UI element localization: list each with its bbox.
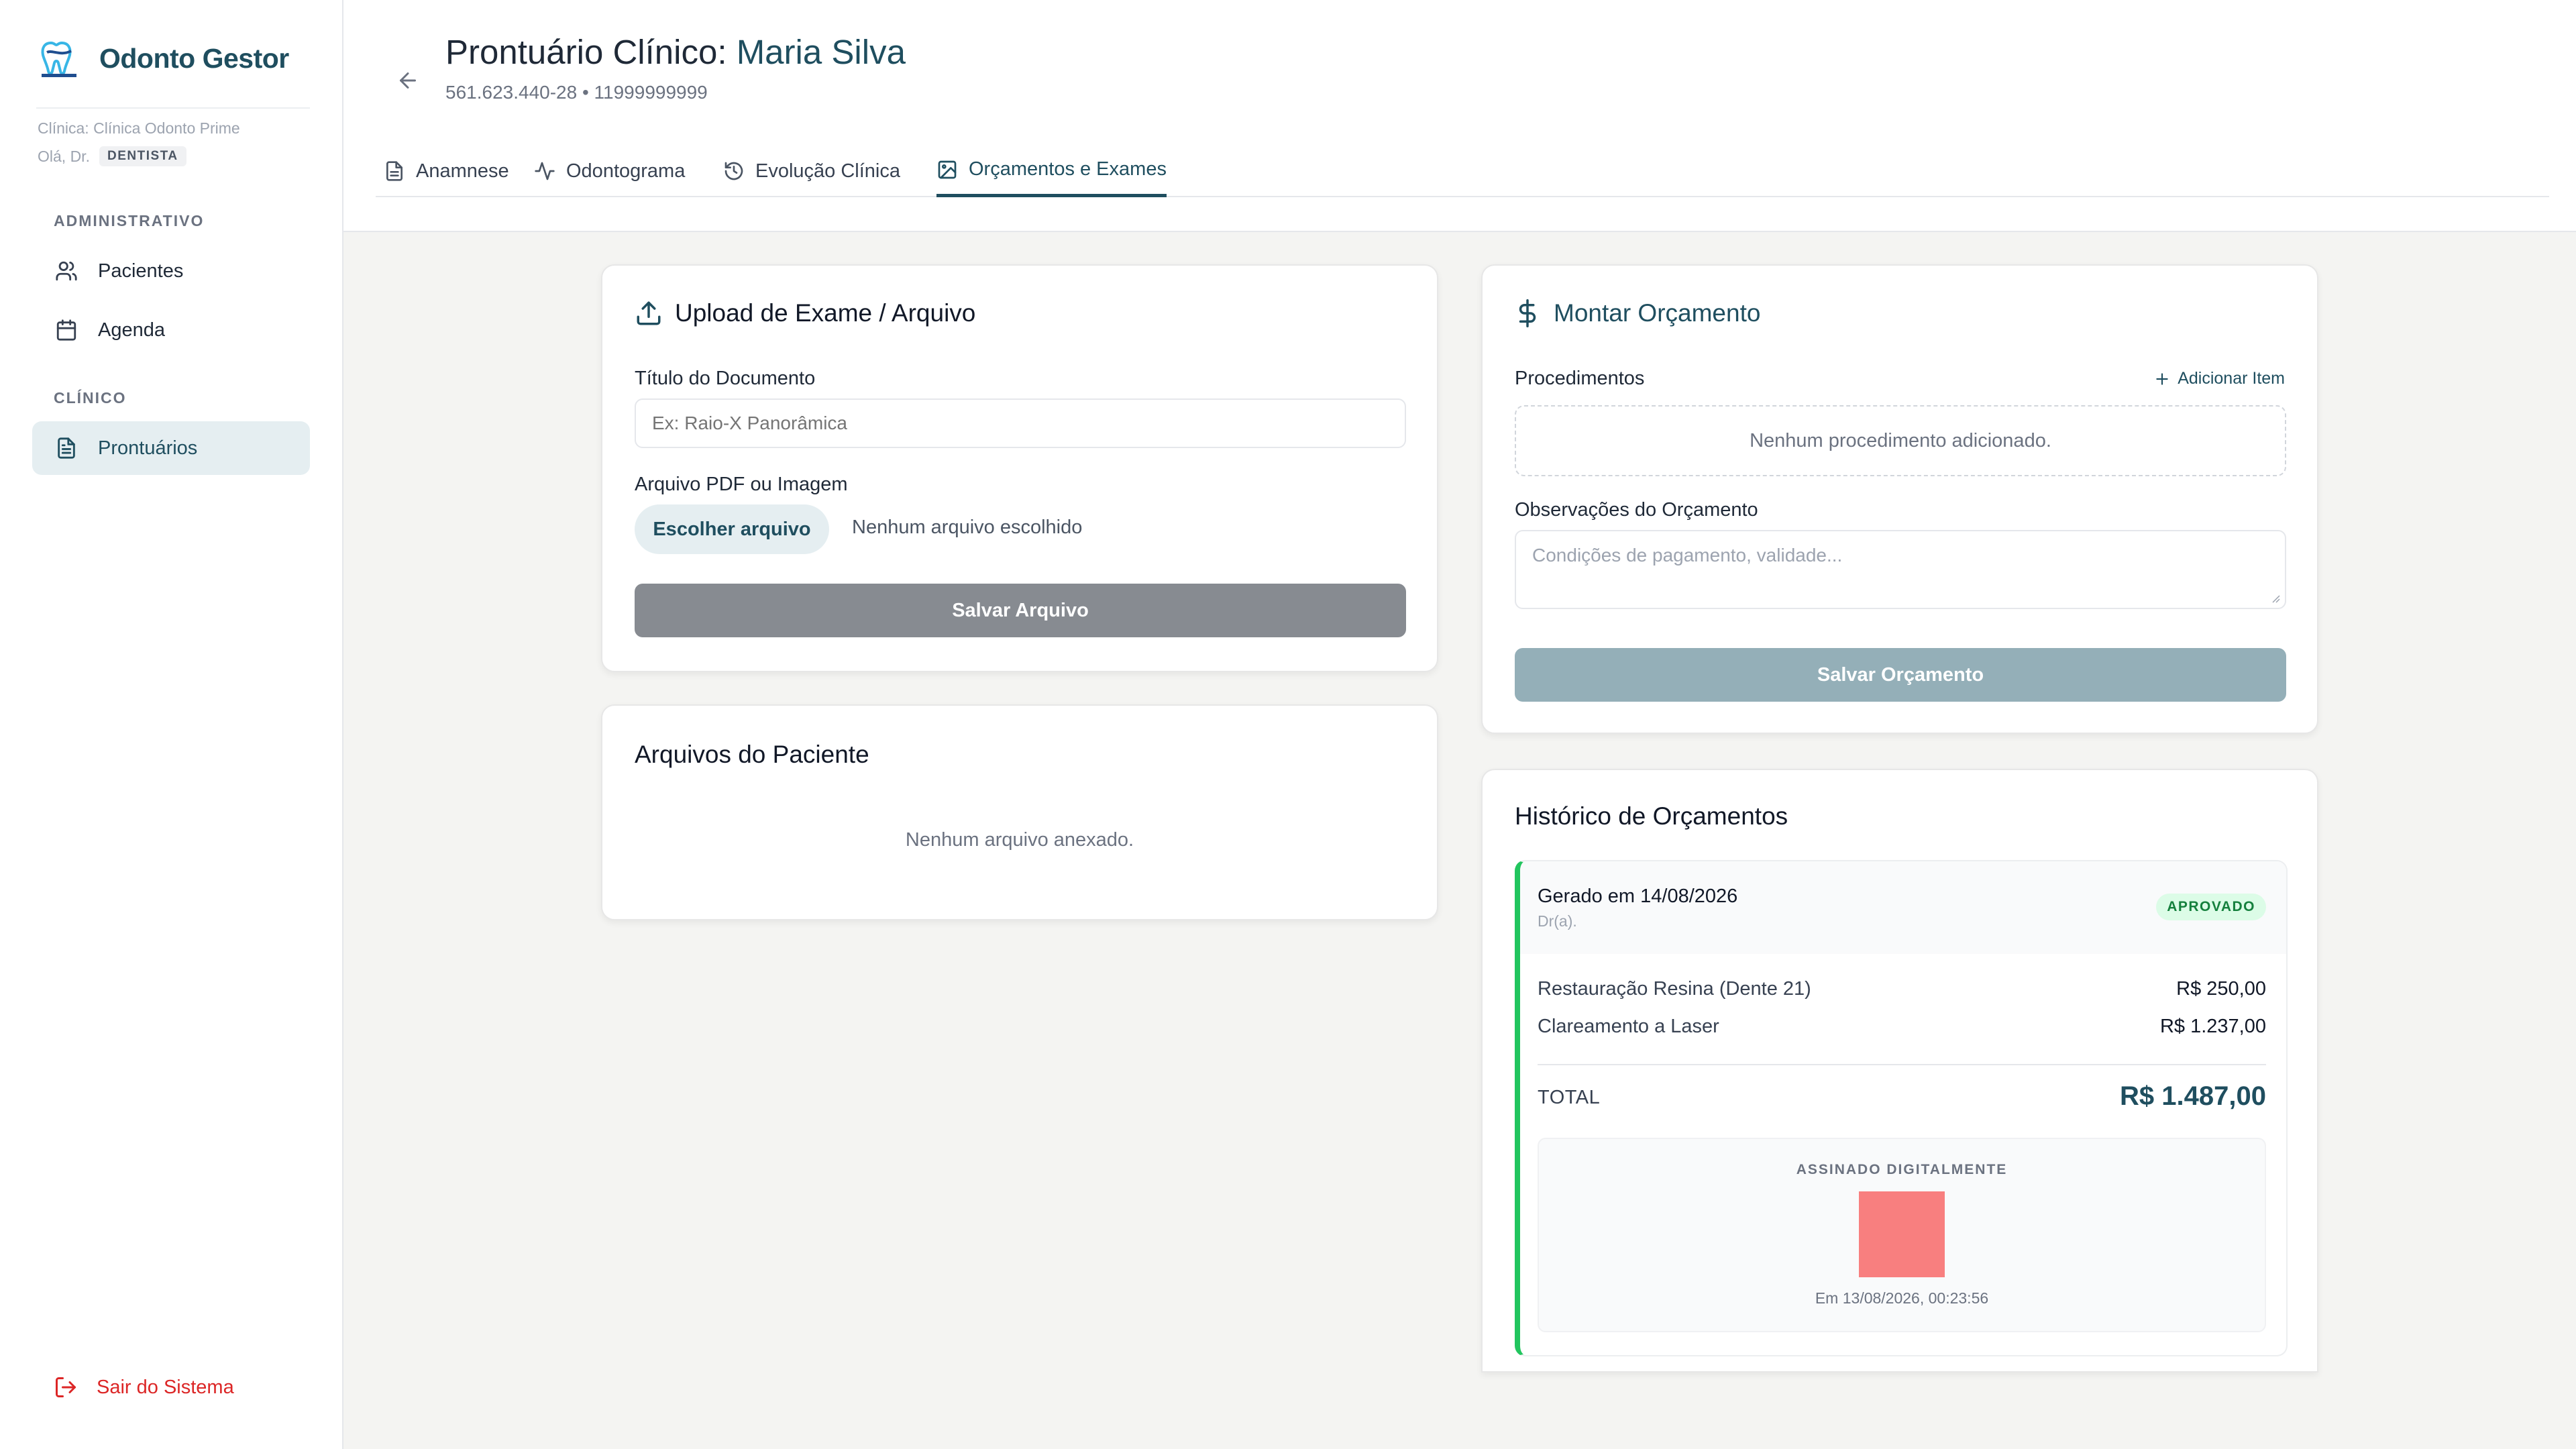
- history-icon: [724, 162, 743, 180]
- tab-label: Odontograma: [566, 160, 686, 182]
- budget-line-item: Restauração Resina (Dente 21) R$ 250,00: [1538, 978, 2266, 1000]
- patient-files-empty: Nenhum arquivo anexado.: [905, 829, 1134, 851]
- clinic-prefix: Clínica:: [38, 119, 89, 137]
- role-badge: DENTISTA: [99, 146, 186, 166]
- arrow-left-icon: [400, 72, 416, 89]
- sidebar: Odonto Gestor Clínica: Clínica Odonto Pr…: [0, 0, 343, 1449]
- tab-odontograma[interactable]: Odontograma: [534, 145, 685, 197]
- page-header: Prontuário Clínico: Maria Silva 561.623.…: [343, 0, 2576, 232]
- budget-line-item: Clareamento a Laser R$ 1.237,00: [1538, 1016, 2266, 1038]
- tab-label: Orçamentos e Exames: [969, 158, 1167, 180]
- upload-icon: [637, 301, 661, 325]
- save-file-button[interactable]: Salvar Arquivo: [635, 584, 1406, 637]
- file-icon: [386, 161, 402, 181]
- section-label-administrativo: ADMINISTRATIVO: [54, 212, 205, 229]
- file-label: Arquivo PDF ou Imagem: [635, 474, 848, 495]
- calendar-icon: [56, 319, 76, 341]
- patient-info: 561.623.440-28 • 11999999999: [445, 82, 708, 103]
- back-button[interactable]: [384, 56, 432, 105]
- signature-time: Em 13/08/2026, 00:23:56: [1815, 1289, 1989, 1307]
- patient-name: Maria Silva: [736, 33, 906, 71]
- app-name: Odonto Gestor: [99, 42, 289, 74]
- add-item-label: Adicionar Item: [2178, 369, 2285, 388]
- file-text-icon: [58, 437, 75, 459]
- logout-icon: [56, 1377, 76, 1397]
- patient-files-title: Arquivos do Paciente: [635, 741, 869, 768]
- status-badge: APROVADO: [2156, 894, 2266, 920]
- signature-box: ASSINADO DIGITALMENTE Em 13/08/2026, 00:…: [1538, 1138, 2266, 1332]
- sidebar-item-label: Prontuários: [98, 437, 198, 459]
- history-entry: Gerado em 14/08/2026 Dr(a). APROVADO Res…: [1515, 860, 2288, 1356]
- procedures-empty: Nenhum procedimento adicionado.: [1515, 405, 2286, 476]
- history-entry-date: Gerado em 14/08/2026: [1538, 885, 1738, 907]
- title-prefix: Prontuário Clínico:: [445, 33, 727, 71]
- total-value: R$ 1.487,00: [2120, 1081, 2266, 1111]
- add-item-button[interactable]: Adicionar Item: [2153, 369, 2285, 388]
- image-icon: [938, 160, 957, 178]
- notes-textarea[interactable]: Condições de pagamento, validade...: [1515, 530, 2286, 609]
- line-item-value: R$ 250,00: [2176, 978, 2266, 1000]
- plus-icon: [2156, 372, 2168, 385]
- history-card: Histórico de Orçamentos Gerado em 14/08/…: [1481, 769, 2318, 1373]
- divider: [1538, 1064, 2266, 1065]
- dollar-icon: [1519, 299, 1536, 327]
- notes-placeholder: Condições de pagamento, validade...: [1532, 545, 1843, 566]
- clinic-name: Clínica Odonto Prime: [93, 119, 240, 137]
- history-title: Histórico de Orçamentos: [1515, 802, 1788, 830]
- sidebar-item-label: Agenda: [98, 319, 165, 341]
- signature-image: [1859, 1191, 1945, 1277]
- signature-label: ASSINADO DIGITALMENTE: [1796, 1162, 2008, 1177]
- save-budget-button[interactable]: Salvar Orçamento: [1515, 648, 2286, 702]
- procedures-label: Procedimentos: [1515, 368, 1645, 389]
- activity-icon: [535, 162, 555, 180]
- user-info: Olá, Dr. DENTISTA: [38, 146, 186, 166]
- section-label-clinico: CLÍNICO: [54, 389, 127, 407]
- line-item-name: Restauração Resina (Dente 21): [1538, 978, 1811, 1000]
- sidebar-item-label: Pacientes: [98, 260, 184, 282]
- upload-title-text: Upload de Exame / Arquivo: [675, 299, 976, 327]
- brand[interactable]: Odonto Gestor: [38, 38, 289, 79]
- greeting: Olá, Dr.: [38, 147, 90, 165]
- resize-handle-icon[interactable]: [2270, 593, 2281, 604]
- divider: [36, 107, 310, 109]
- total-label: TOTAL: [1538, 1087, 1601, 1108]
- tab-evolucao-clinica[interactable]: Evolução Clínica: [723, 145, 900, 197]
- upload-card-title: Upload de Exame / Arquivo: [635, 299, 975, 327]
- tab-anamnese[interactable]: Anamnese: [384, 145, 509, 197]
- sidebar-item-pacientes[interactable]: Pacientes: [32, 244, 310, 298]
- doc-title-label: Título do Documento: [635, 368, 816, 389]
- page-title: Prontuário Clínico: Maria Silva: [445, 32, 906, 72]
- choose-file-button[interactable]: Escolher arquivo: [635, 504, 829, 554]
- patient-files-card: Arquivos do Paciente Nenhum arquivo anex…: [601, 704, 1438, 920]
- history-entry-doctor: Dr(a).: [1538, 912, 1577, 930]
- clinic-info: Clínica: Clínica Odonto Prime: [38, 119, 240, 138]
- sidebar-item-agenda[interactable]: Agenda: [32, 303, 310, 357]
- record-tabs: Anamnese Odontograma Evolução Clínica Or…: [376, 145, 2549, 197]
- users-icon: [56, 261, 77, 281]
- line-item-value: R$ 1.237,00: [2159, 1016, 2266, 1037]
- line-item-name: Clareamento a Laser: [1538, 1016, 1719, 1037]
- tooth-logo-icon: [41, 41, 76, 77]
- budget-card-title: Montar Orçamento: [1513, 299, 1760, 327]
- sidebar-item-prontuarios[interactable]: Prontuários: [32, 421, 310, 475]
- tab-orcamentos-exames[interactable]: Orçamentos e Exames: [936, 145, 1167, 197]
- budget-title-text: Montar Orçamento: [1554, 299, 1761, 327]
- doc-title-input[interactable]: [635, 398, 1406, 448]
- history-entry-header: Gerado em 14/08/2026 Dr(a). APROVADO: [1520, 861, 2286, 954]
- budget-card: Montar Orçamento Procedimentos Adicionar…: [1481, 264, 2318, 734]
- logout-button[interactable]: Sair do Sistema: [54, 1375, 234, 1399]
- notes-label: Observações do Orçamento: [1515, 499, 1758, 521]
- upload-card: Upload de Exame / Arquivo Título do Docu…: [601, 264, 1438, 672]
- tab-label: Evolução Clínica: [755, 160, 900, 182]
- logout-label: Sair do Sistema: [97, 1376, 234, 1398]
- tab-label: Anamnese: [416, 160, 509, 182]
- file-status: Nenhum arquivo escolhido: [852, 517, 1083, 538]
